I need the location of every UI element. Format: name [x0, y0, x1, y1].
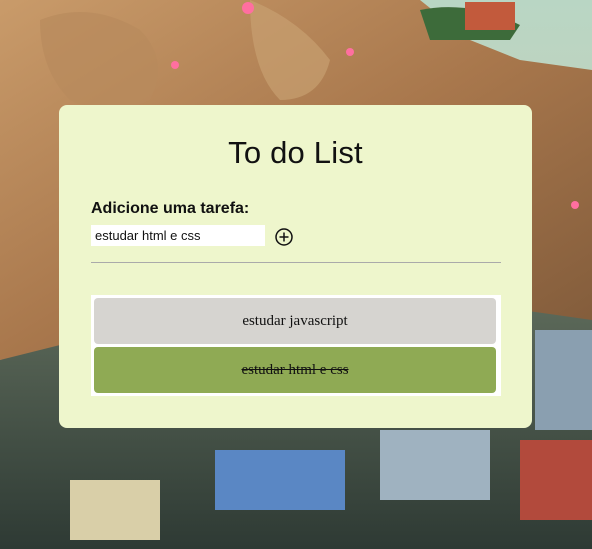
plus-circle-icon[interactable] — [274, 227, 294, 247]
task-input[interactable] — [91, 225, 265, 246]
task-list: estudar javascript estudar html e css — [91, 295, 501, 396]
divider — [91, 262, 501, 263]
page-title: To do List — [228, 135, 363, 170]
task-item-completed[interactable]: estudar html e css — [94, 347, 496, 393]
add-task-label: Adicione uma tarefa: — [91, 200, 250, 217]
todo-card: To do List Adicione uma tarefa: estudar … — [59, 105, 532, 428]
task-item[interactable]: estudar javascript — [94, 298, 496, 344]
